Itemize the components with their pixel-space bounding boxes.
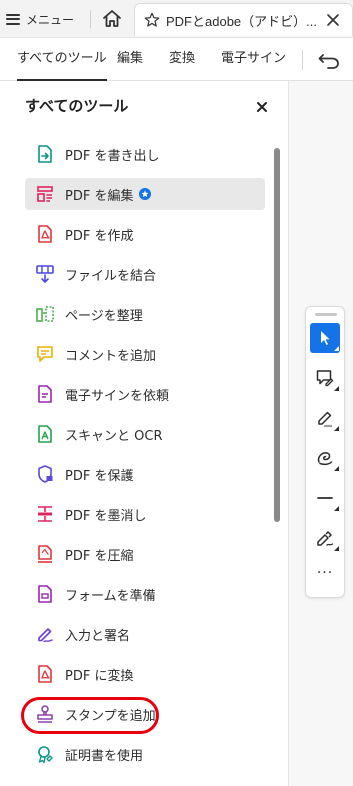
select-tool-button[interactable] (310, 323, 340, 353)
tool-label: PDF を作成 (65, 228, 134, 244)
sign-icon (317, 531, 334, 546)
tool-label: PDF に変換 (65, 668, 134, 684)
export-pdf-icon (38, 145, 52, 163)
active-browser-tab[interactable]: PDFとadobe（アドビ）... (134, 3, 353, 36)
favorite-star-icon[interactable] (143, 11, 161, 29)
line-tool-button[interactable] (310, 483, 340, 513)
tool-compress-pdf[interactable]: PDF を圧縮 (25, 534, 265, 574)
submenu-indicator (334, 546, 339, 551)
palette-drag-handle[interactable] (315, 313, 337, 316)
request-esign-icon (38, 385, 52, 403)
more-tools-button[interactable]: ··· (306, 565, 344, 581)
create-pdf-icon (38, 225, 52, 243)
tool-edit-pdf[interactable]: PDF を編集 (25, 178, 265, 210)
fill-sign-icon (38, 628, 53, 643)
tool-fill-sign[interactable]: 入力と署名 (25, 614, 265, 654)
tool-convert-to-pdf[interactable]: PDF に変換 (25, 654, 265, 694)
redact-pdf-icon (38, 506, 52, 522)
tool-label: コメントを追加 (65, 348, 157, 364)
scan-ocr-icon (38, 425, 52, 443)
tool-label: PDF を墨消し (65, 508, 147, 524)
menu-button[interactable]: メニュー (6, 7, 74, 31)
tool-combine-files[interactable]: ファイルを結合 (25, 254, 265, 294)
close-panel-icon[interactable] (256, 101, 268, 113)
tool-use-certificate[interactable]: 証明書を使用 (25, 734, 265, 774)
tool-label: 証明書を使用 (65, 748, 144, 764)
sign-tool-button[interactable] (310, 523, 340, 553)
divider (90, 10, 91, 28)
add-comment-icon (37, 346, 53, 362)
panel-scrollbar-thumb[interactable] (274, 148, 280, 522)
submenu-indicator (334, 426, 339, 431)
tab-title: PDFとadobe（アドビ）... (166, 13, 317, 29)
close-tab-icon[interactable] (326, 13, 340, 27)
browser-tab-bar: メニュー PDFとadobe（アドビ）... (0, 0, 353, 38)
toolbar-divider (302, 50, 303, 70)
undo-icon[interactable] (318, 50, 340, 70)
tab-edit[interactable]: 編集 (117, 38, 143, 81)
tool-protect-pdf[interactable]: PDF を保護 (25, 454, 265, 494)
tab-esign[interactable]: 電子サイン (221, 38, 286, 81)
submenu-indicator (334, 506, 339, 511)
tool-label: PDF を圧縮 (65, 548, 134, 564)
tool-organize-pages[interactable]: ページを整理 (25, 294, 265, 334)
tool-request-esign[interactable]: 電子サインを依頼 (25, 374, 265, 414)
submenu-indicator (334, 466, 339, 471)
tool-label: ファイルを結合 (65, 268, 157, 284)
submenu-indicator (334, 346, 339, 351)
comment-tool-button[interactable] (310, 363, 340, 393)
combine-files-icon (36, 265, 54, 283)
convert-to-pdf-icon (38, 665, 52, 683)
tool-label: PDF を編集 (65, 188, 134, 204)
tool-label: フォームを準備 (65, 588, 156, 604)
tab-convert[interactable]: 変換 (169, 38, 195, 81)
tool-label: ページを整理 (65, 308, 143, 324)
highlight-circle-annotation (21, 697, 159, 734)
tool-prepare-form[interactable]: フォームを準備 (25, 574, 265, 614)
add-comment-icon (316, 370, 334, 387)
organize-pages-icon (36, 306, 54, 322)
tool-list: PDF を書き出し PDF を編集 PDF を作成 ファイルを結合 ページを整理… (25, 134, 265, 774)
home-button[interactable] (100, 7, 124, 31)
tool-add-comment[interactable]: コメントを追加 (25, 334, 265, 374)
tab-all-tools[interactable]: すべてのツール (17, 38, 107, 81)
tool-scan-ocr[interactable]: スキャンと OCR (25, 414, 265, 454)
tool-create-pdf[interactable]: PDF を作成 (25, 214, 265, 254)
acrobat-toolbar: すべてのツール 編集 変換 電子サイン (0, 38, 353, 81)
select-pointer-icon (321, 331, 330, 345)
menu-label: メニュー (26, 12, 75, 27)
prepare-form-icon (38, 585, 52, 603)
edit-pdf-icon (37, 186, 53, 202)
use-certificate-icon (38, 746, 53, 764)
panel-title: すべてのツール (25, 97, 129, 115)
compress-pdf-icon (38, 545, 52, 563)
tool-label: 入力と署名 (65, 628, 131, 644)
line-icon (317, 497, 333, 499)
draw-tool-button[interactable] (310, 443, 340, 473)
home-icon (103, 10, 121, 27)
premium-star-icon (139, 188, 151, 200)
quick-tools-palette: ··· (305, 306, 345, 598)
draw-icon (317, 452, 333, 466)
tool-label: 電子サインを依頼 (65, 388, 170, 404)
hamburger-icon (6, 13, 20, 25)
tool-export-pdf[interactable]: PDF を書き出し (25, 134, 265, 174)
protect-pdf-icon (38, 465, 53, 483)
highlight-tool-button[interactable] (310, 403, 340, 433)
tool-label: PDF を保護 (65, 468, 134, 484)
highlight-icon (318, 411, 332, 428)
tool-label: PDF を書き出し (65, 148, 160, 164)
tool-label: スキャンと OCR (65, 428, 163, 444)
submenu-indicator (334, 386, 339, 391)
tool-redact-pdf[interactable]: PDF を墨消し (25, 494, 265, 534)
